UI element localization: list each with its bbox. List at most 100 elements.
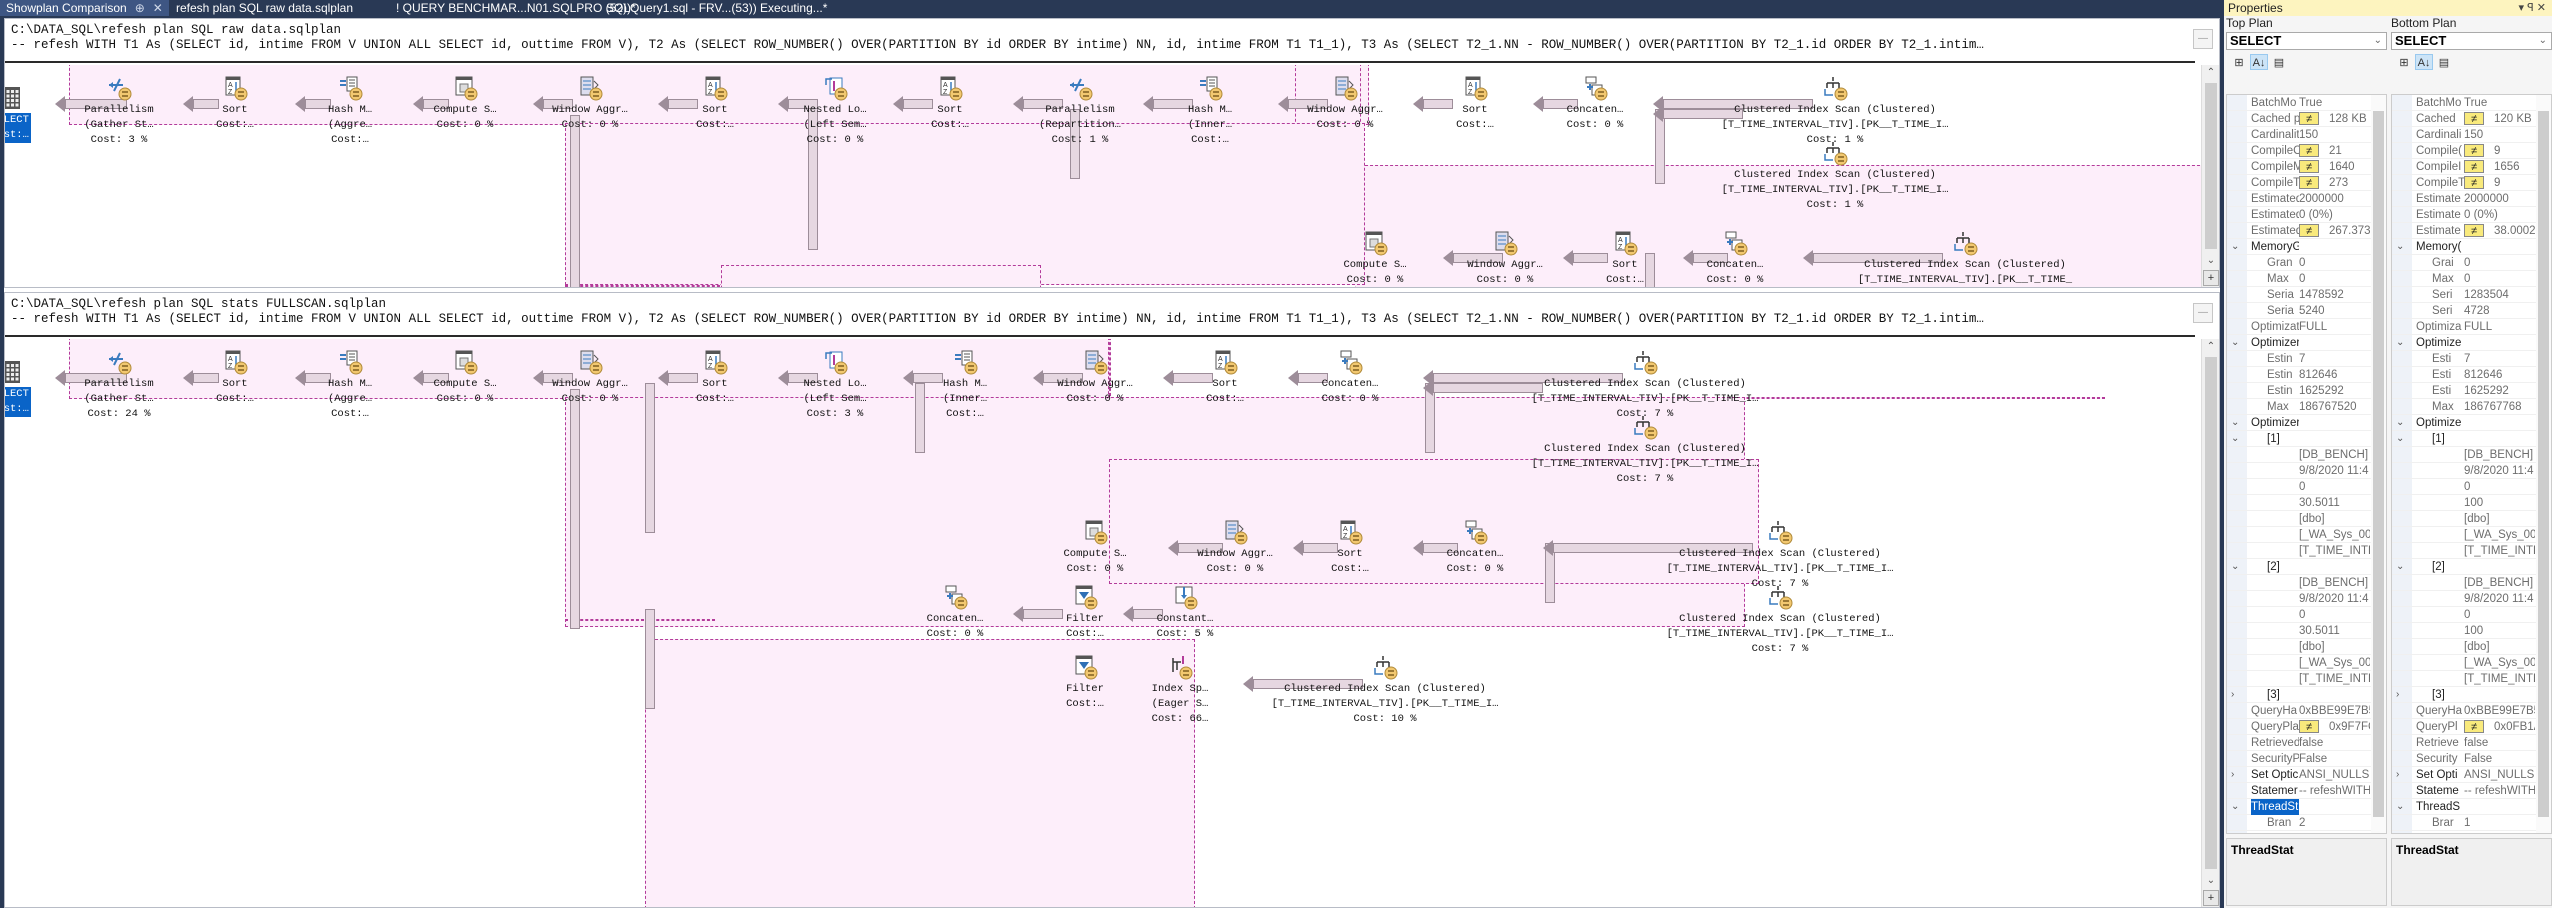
property-row[interactable]: › Set Opti ANSI_NULLS: <box>2392 767 2551 783</box>
property-row[interactable]: 0 <box>2227 479 2386 495</box>
plan-operator[interactable]: SELECTCost:… <box>5 85 45 143</box>
property-row[interactable]: ⌄ MemoryG <box>2227 239 2386 255</box>
collapse-icon[interactable]: ⌄ <box>2396 415 2408 431</box>
property-row[interactable]: ⌄ [2] <box>2392 559 2551 575</box>
property-row[interactable]: QueryHa 0xBBE99E7B5 <box>2392 703 2551 719</box>
property-row[interactable]: Bran 2 <box>2227 815 2386 831</box>
property-row[interactable]: Estimated ≠ 267.373 <box>2227 223 2386 239</box>
property-row[interactable]: Cached p ≠ 128 KB <box>2227 111 2386 127</box>
property-row[interactable]: 0 <box>2392 479 2551 495</box>
plan-operator[interactable]: Parallelism (Repartition… Cost: 1 % <box>1020 75 1140 148</box>
document-tab[interactable]: SQLQuery1.sql - FRV...(53)) Executing...… <box>600 0 833 16</box>
pin-icon[interactable]: ⊕ <box>135 1 145 15</box>
property-row[interactable]: Cardinali 150 <box>2392 127 2551 143</box>
property-row[interactable]: QueryPla≠ 0x9F7FCD <box>2227 719 2386 735</box>
top-plan-scrollbar[interactable]: ⌃ ⌄ + <box>2201 65 2219 287</box>
plan-operator[interactable]: Hash M… (Inner… Cost:… <box>905 349 1025 422</box>
plan-operator[interactable]: A Z Sort Cost:… <box>655 349 775 407</box>
plan-operator[interactable]: Compute S… Cost: 0 % <box>405 349 525 407</box>
property-row[interactable]: Max 186767520 <box>2227 399 2386 415</box>
collapse-icon[interactable]: ⌄ <box>2231 239 2243 255</box>
property-row[interactable]: CompileI ≠ 1656 <box>2392 159 2551 175</box>
plan-operator[interactable]: Clustered Index Scan (Clustered) [T_TIME_… <box>1845 230 2085 287</box>
property-row[interactable]: ⌄ Optimize <box>2392 415 2551 431</box>
property-row[interactable]: [T_TIME_INTE <box>2227 543 2386 559</box>
property-row[interactable]: 9/8/2020 11:4 <box>2392 591 2551 607</box>
scroll-thumb[interactable] <box>2373 111 2384 817</box>
property-row[interactable]: Estimate 2000000 <box>2392 191 2551 207</box>
document-tab[interactable]: Showplan Comparison ⊕ ✕ <box>0 0 169 16</box>
collapse-icon[interactable]: ⌄ <box>2396 559 2408 575</box>
collapse-icon[interactable]: ⌄ <box>2231 799 2243 815</box>
property-row[interactable]: ⌄ Memory( <box>2392 239 2551 255</box>
scroll-thumb[interactable] <box>2538 111 2549 817</box>
plan-operator[interactable]: A Z Sort Cost:… <box>175 349 295 407</box>
scroll-thumb[interactable] <box>2205 357 2217 869</box>
plan-operator[interactable]: Hash M… (Aggre… Cost:… <box>290 349 410 422</box>
plan-operator[interactable]: Parallelism (Gather St… Cost: 3 % <box>59 75 179 148</box>
property-row[interactable]: 100 <box>2392 623 2551 639</box>
plan-operator[interactable]: Concaten… Cost: 0 % <box>1290 349 1410 407</box>
property-row[interactable]: SecurityP False <box>2227 751 2386 767</box>
property-row[interactable]: Estimate ≠ 38.0002 <box>2392 223 2551 239</box>
collapse-icon[interactable]: ⌄ <box>2396 799 2408 815</box>
plan-operator[interactable]: Clustered Index Scan (Clustered) [T_TIME_… <box>1525 414 1765 487</box>
property-pages-icon[interactable]: ▤ <box>2270 55 2288 71</box>
property-row[interactable]: Compile(≠ 9 <box>2392 143 2551 159</box>
property-row[interactable]: [DB_BENCH] <box>2392 447 2551 463</box>
property-row[interactable]: Seria 1478592 <box>2227 287 2386 303</box>
plan-operator[interactable]: Hash M… (Inner… Cost:… <box>1150 75 1270 148</box>
property-row[interactable]: [_WA_Sys_00 <box>2392 527 2551 543</box>
expand-query-button[interactable]: — <box>2193 29 2213 49</box>
property-row[interactable]: Seri 1283504 <box>2392 287 2551 303</box>
property-row[interactable]: ⌄ [1] <box>2227 431 2386 447</box>
alphabetical-sort-icon[interactable]: A↓ <box>2415 54 2433 70</box>
property-row[interactable]: 30.5011 <box>2227 495 2386 511</box>
property-row[interactable]: Cardinalit 150 <box>2227 127 2386 143</box>
property-row[interactable]: Max 0 <box>2227 271 2386 287</box>
collapse-icon[interactable]: ⌄ <box>2396 335 2408 351</box>
property-row[interactable]: 0 <box>2227 607 2386 623</box>
plan-operator[interactable]: Clustered Index Scan (Clustered) [T_TIME_… <box>1660 519 1900 592</box>
property-row[interactable]: Esti 1625292 <box>2392 383 2551 399</box>
property-row[interactable]: ⌄ [2] <box>2227 559 2386 575</box>
property-row[interactable]: Max 186767768 <box>2392 399 2551 415</box>
property-row[interactable]: Statemer-- refeshWITH T <box>2227 783 2386 799</box>
property-row[interactable]: Stateme -- refeshWITH <box>2392 783 2551 799</box>
plan-operator[interactable]: Compute S… Cost: 0 % <box>405 75 525 133</box>
plan-operator[interactable]: Index Sp… (Eager S… Cost: 66… <box>1120 654 1240 727</box>
property-row[interactable]: ⌄ [1] <box>2392 431 2551 447</box>
property-row[interactable]: CompileM ≠ 1640 <box>2227 159 2386 175</box>
property-row[interactable]: Optimiza FULL <box>2392 319 2551 335</box>
collapse-icon[interactable]: ⌄ <box>2231 415 2243 431</box>
plan-operator[interactable]: Concaten… Cost: 0 % <box>1415 519 1535 577</box>
scroll-down-icon[interactable]: ⌄ <box>2202 253 2220 269</box>
property-row[interactable]: ⌄ Optimize <box>2392 335 2551 351</box>
plan-operator[interactable]: Window Aggr… Cost: 0 % <box>1035 349 1155 407</box>
plan-operator[interactable]: Concaten… Cost: 0 % <box>1675 230 1795 287</box>
plan-operator[interactable]: A Z Sort Cost:… <box>1565 230 1685 287</box>
property-row[interactable]: CompileT ≠ 273 <box>2227 175 2386 191</box>
categorized-view-icon[interactable]: ⊞ <box>2395 55 2413 71</box>
object-selector[interactable]: SELECT ⌄ <box>2391 32 2552 50</box>
collapse-icon[interactable]: ⌄ <box>2231 431 2243 447</box>
property-row[interactable]: Seri 4728 <box>2392 303 2551 319</box>
property-row[interactable]: QueryPl ≠ 0x0FB1A <box>2392 719 2551 735</box>
property-row[interactable]: ⌄ Optimizer <box>2227 335 2386 351</box>
plan-operator[interactable]: A Z Sort Cost:… <box>1290 519 1410 577</box>
property-row[interactable]: [T_TIME_INTE <box>2392 543 2551 559</box>
scroll-up-icon[interactable]: ⌃ <box>2202 339 2220 355</box>
plan-operator[interactable]: A Z Sort Cost:… <box>1165 349 1285 407</box>
property-row[interactable]: 9/8/2020 11:4 <box>2392 463 2551 479</box>
close-tab-icon[interactable]: ✕ <box>153 1 163 15</box>
property-row[interactable]: Grai 0 <box>2392 255 2551 271</box>
property-row[interactable]: 0 <box>2392 607 2551 623</box>
expand-icon[interactable]: › <box>2396 687 2408 703</box>
scroll-thumb[interactable] <box>2205 83 2217 249</box>
plan-operator[interactable]: A Z Sort Cost:… <box>1415 75 1535 133</box>
property-row[interactable]: Esti 812646 <box>2392 367 2551 383</box>
plan-operator[interactable]: Window Aggr… Cost: 0 % <box>1175 519 1295 577</box>
plan-operator[interactable]: Parallelism (Gather St… Cost: 24 % <box>59 349 179 422</box>
bottom-plan-scrollbar[interactable]: ⌃ ⌄ + <box>2201 339 2219 907</box>
property-row[interactable]: 100 <box>2392 495 2551 511</box>
